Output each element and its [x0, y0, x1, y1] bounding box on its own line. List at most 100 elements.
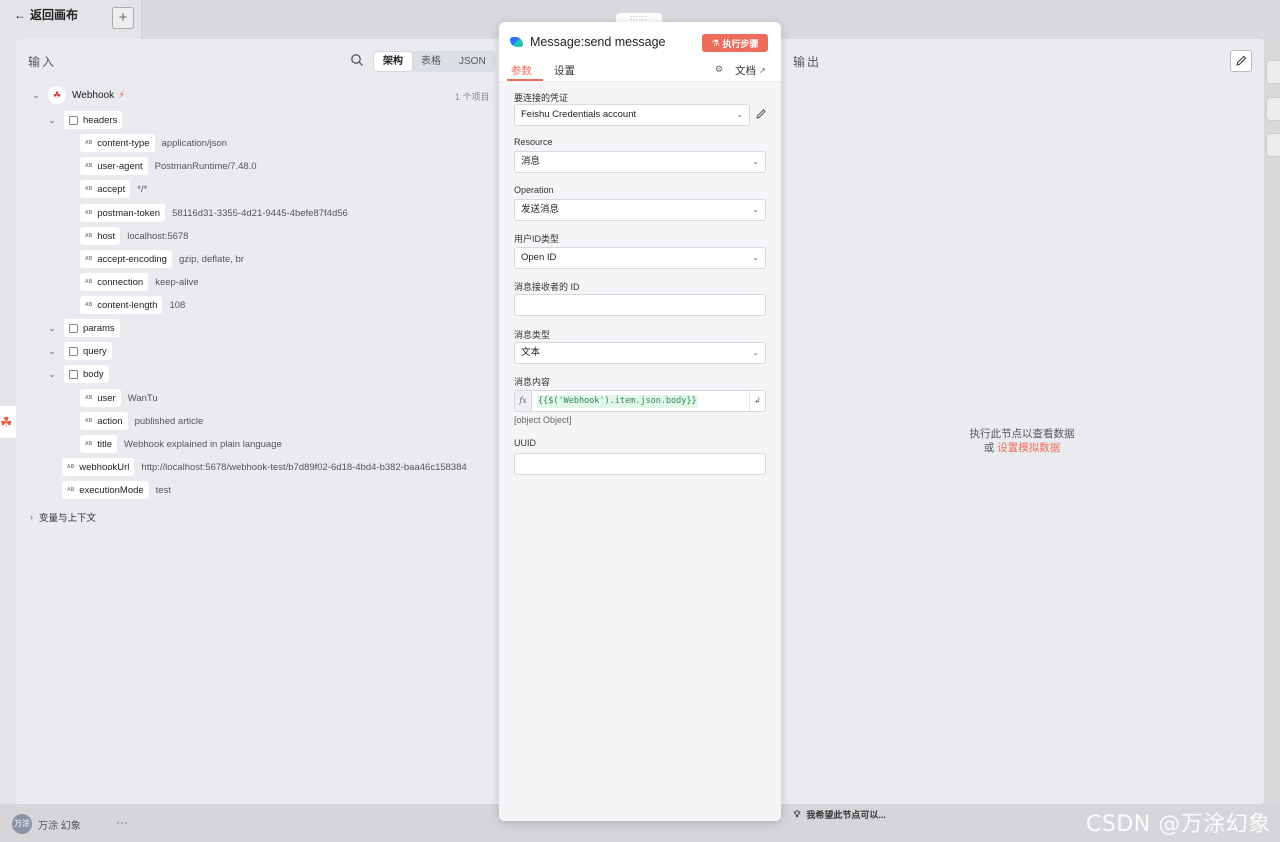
object-icon — [69, 115, 78, 125]
add-button[interactable]: + — [112, 7, 134, 29]
search-icon[interactable] — [350, 53, 364, 67]
user-profile[interactable]: 万涂 万涂 幻象 — [12, 814, 81, 834]
receiver-id-input[interactable] — [514, 294, 766, 316]
set-mock-data-link[interactable]: 设置模拟数据 — [997, 442, 1060, 454]
chevron-down-icon[interactable]: ⌄ — [30, 90, 42, 101]
field-value[interactable]: WanTu — [128, 393, 158, 404]
schema-row[interactable]: AB host localhost:5678 — [80, 226, 188, 246]
empty-or: 或 — [983, 442, 995, 454]
field-key-pill[interactable]: AB webhookUrl — [62, 458, 135, 476]
gear-icon[interactable]: ⚙︎ — [715, 64, 723, 75]
side-handle[interactable] — [1266, 60, 1280, 84]
schema-row[interactable]: AB postman-token 58116d31-3355-4d21-9445-4… — [80, 203, 348, 223]
more-icon[interactable]: ··· — [116, 815, 128, 829]
message-type-select[interactable]: 文本 ⌄ — [514, 342, 766, 364]
field-key-pill[interactable]: AB title — [80, 435, 118, 453]
back-to-canvas-link[interactable]: ← 返回画布 — [14, 6, 78, 23]
field-key: content-type — [97, 137, 150, 149]
field-key-pill[interactable]: AB connection — [80, 273, 149, 291]
chevron-down-icon[interactable]: ⌄ — [46, 323, 58, 334]
field-key-pill[interactable]: query — [64, 342, 112, 360]
field-key-pill[interactable]: AB executionMode — [62, 481, 149, 499]
field-value[interactable]: test — [156, 485, 171, 496]
lightbulb-icon: 💡︎ — [794, 809, 801, 819]
schema-row[interactable]: AB title Webhook explained in plain langua… — [80, 434, 282, 454]
chevron-down-icon[interactable]: ⌄ — [46, 369, 58, 380]
field-key-pill[interactable]: AB content-length — [80, 296, 163, 314]
field-value[interactable]: gzip, deflate, br — [179, 254, 244, 265]
tab-settings[interactable]: 设置 — [554, 63, 575, 78]
resource-select[interactable]: 消息 ⌄ — [514, 151, 766, 173]
field-value[interactable]: 58116d31-3355-4d21-9445-4befe87f4d56 — [172, 208, 348, 219]
schema-row[interactable]: AB action published article — [80, 411, 203, 431]
edit-output-button[interactable] — [1230, 50, 1252, 72]
chevron-down-icon[interactable]: ⌄ — [46, 115, 58, 126]
id-type-select[interactable]: Open ID ⌄ — [514, 247, 766, 269]
schema-row[interactable]: AB executionMode test — [46, 480, 171, 500]
field-key-pill[interactable]: AB accept — [80, 180, 131, 198]
field-value[interactable]: PostmanRuntime/7.48.0 — [155, 161, 257, 172]
tree-node-webhook[interactable]: ⌄ ☘ Webhook ⚡︎ — [30, 85, 125, 105]
field-value[interactable]: */* — [137, 184, 147, 195]
field-value[interactable]: published article — [135, 416, 204, 427]
side-handle[interactable] — [1266, 97, 1280, 121]
field-key-pill[interactable]: AB user-agent — [80, 157, 148, 175]
operation-select[interactable]: 发送消息 ⌄ — [514, 199, 766, 221]
uuid-input[interactable] — [514, 453, 766, 475]
resource-label: Resource — [514, 137, 553, 147]
docs-link[interactable]: 文档 ↗︎ — [735, 63, 766, 78]
field-key-pill[interactable]: AB user — [80, 389, 121, 407]
chevron-right-icon: › — [30, 512, 33, 522]
field-value[interactable]: http://localhost:5678/webhook-test/b7d89… — [141, 462, 466, 473]
mode-tab-schema[interactable]: 架构 — [374, 52, 412, 71]
execute-step-button[interactable]: ⚗︎ 执行步骤 — [702, 34, 768, 52]
side-handle[interactable] — [1266, 133, 1280, 157]
schema-row[interactable]: ⌄ headers — [46, 110, 123, 130]
pencil-icon[interactable] — [755, 108, 767, 120]
credential-value: Feishu Credentials account — [521, 109, 637, 120]
feedback-hint[interactable]: 💡︎ 我希望此节点可以... — [794, 808, 886, 821]
schema-row[interactable]: ⌄ query — [46, 341, 112, 361]
field-value[interactable]: localhost:5678 — [127, 231, 188, 242]
string-type-icon: AB — [85, 279, 93, 285]
field-key-pill[interactable]: AB postman-token — [80, 204, 166, 222]
field-key-pill[interactable]: body — [64, 365, 109, 383]
schema-row[interactable]: AB connection keep-alive — [80, 272, 199, 292]
chevron-down-icon: ⌄ — [752, 253, 759, 262]
field-key: user — [97, 392, 116, 404]
receiver-id-label: 消息接收者的 ID — [514, 282, 580, 292]
tab-parameters[interactable]: 参数 — [511, 63, 532, 78]
schema-row[interactable]: AB user-agent PostmanRuntime/7.48.0 — [80, 156, 257, 176]
mode-tab-table[interactable]: 表格 — [412, 52, 450, 71]
execute-step-label: 执行步骤 — [722, 38, 759, 49]
schema-row[interactable]: AB content-type application/json — [80, 133, 227, 153]
field-key-pill[interactable]: headers — [64, 111, 123, 129]
field-value[interactable]: application/json — [162, 138, 228, 149]
string-type-icon: AB — [85, 395, 93, 401]
schema-row[interactable]: ⌄ body — [46, 364, 109, 384]
expand-expression-icon[interactable]: ↲ — [749, 391, 765, 411]
chevron-down-icon[interactable]: ⌄ — [46, 346, 58, 357]
field-key-pill[interactable]: params — [64, 319, 120, 337]
field-key-pill[interactable]: AB content-type — [80, 134, 155, 152]
schema-row[interactable]: AB webhookUrl http://localhost:5678/webhoo… — [46, 457, 467, 477]
schema-row[interactable]: AB content-length 108 — [80, 295, 185, 315]
schema-row[interactable]: AB accept */* — [80, 179, 147, 199]
variables-context-label: 变量与上下文 — [39, 513, 97, 524]
field-value[interactable]: Webhook explained in plain language — [124, 439, 282, 450]
field-key-pill[interactable]: AB accept-encoding — [80, 250, 172, 268]
credential-select[interactable]: Feishu Credentials account ⌄ — [514, 104, 750, 126]
schema-row[interactable]: AB accept-encoding gzip, deflate, br — [80, 249, 244, 269]
object-icon — [69, 346, 78, 356]
uuid-label: UUID — [514, 438, 536, 448]
field-value[interactable]: 108 — [169, 300, 185, 311]
variables-context-toggle[interactable]: › 变量与上下文 — [30, 510, 96, 524]
string-type-icon: AB — [85, 418, 93, 424]
field-value[interactable]: keep-alive — [155, 277, 198, 288]
mode-tab-json[interactable]: JSON — [450, 52, 495, 71]
schema-row[interactable]: ⌄ params — [46, 318, 120, 338]
message-content-expression[interactable]: fx {{$('Webhook').item.json.body}} ↲ — [514, 390, 766, 412]
field-key-pill[interactable]: AB action — [80, 412, 128, 430]
field-key-pill[interactable]: AB host — [80, 227, 121, 245]
schema-row[interactable]: AB user WanTu — [80, 388, 158, 408]
